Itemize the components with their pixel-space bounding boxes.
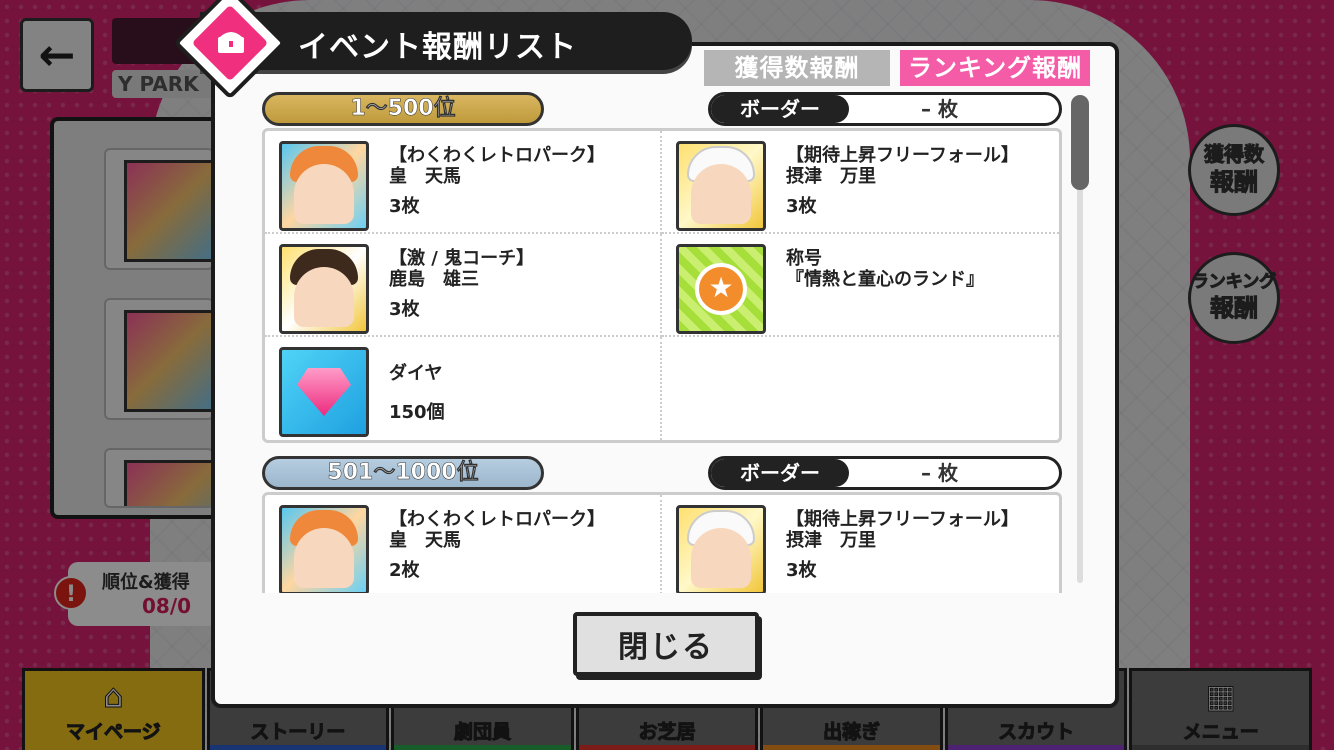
reward-quantity: 150個	[389, 402, 445, 423]
close-button[interactable]: 閉じる	[573, 612, 759, 676]
reward-character: 皇 天馬	[389, 530, 461, 551]
border-value: – 枚	[921, 97, 958, 121]
tier-header: 1〜500位 ボーダー – 枚	[262, 90, 1062, 126]
reward-character: 摂津 万里	[786, 166, 876, 187]
reward-name: ダイヤ	[389, 363, 443, 384]
reward-quantity: 2枚	[389, 560, 420, 581]
title-medal-icon: ★	[676, 244, 766, 334]
tab-ranking-rewards[interactable]: ランキング報酬	[900, 50, 1090, 86]
border-value: – 枚	[921, 461, 958, 485]
character-card-icon	[279, 505, 369, 593]
reward-character: 皇 天馬	[389, 166, 461, 187]
reward-item[interactable]: 【わくわくレトロパーク】 皇 天馬 2枚	[265, 495, 662, 593]
character-card-icon	[676, 141, 766, 231]
rank-range-label: 1〜500位	[262, 92, 544, 126]
reward-item[interactable]: 【わくわくレトロパーク】 皇 天馬 3枚	[265, 131, 662, 234]
border-label: ボーダー	[711, 459, 849, 487]
reward-list[interactable]: 1〜500位 ボーダー – 枚 【わくわくレトロパーク】 皇 天馬 3枚 【期待…	[236, 90, 1062, 593]
reward-title-text: 『情熱と童心のランド』	[786, 269, 984, 290]
scrollbar-thumb[interactable]	[1071, 95, 1089, 190]
border-box: ボーダー – 枚	[708, 92, 1062, 126]
reward-character: 鹿島 雄三	[389, 269, 479, 290]
reward-tier: 501〜1000位 ボーダー – 枚 【わくわくレトロパーク】 皇 天馬 2枚 …	[262, 454, 1062, 593]
reward-item[interactable]: 【激 / 鬼コーチ】 鹿島 雄三 3枚	[265, 234, 662, 337]
tab-count-rewards[interactable]: 獲得数報酬	[704, 50, 890, 86]
tier-header: 501〜1000位 ボーダー – 枚	[262, 454, 1062, 490]
border-label: ボーダー	[711, 95, 849, 123]
reward-quantity: 3枚	[786, 560, 817, 581]
reward-tier: 1〜500位 ボーダー – 枚 【わくわくレトロパーク】 皇 天馬 3枚 【期待…	[262, 90, 1062, 443]
reward-quantity: 3枚	[786, 196, 817, 217]
reward-quantity: 3枚	[389, 196, 420, 217]
border-box: ボーダー – 枚	[708, 456, 1062, 490]
reward-character: 摂津 万里	[786, 530, 876, 551]
diamond-icon	[279, 347, 369, 437]
rank-range-label: 501〜1000位	[262, 456, 544, 490]
reward-item[interactable]: ★ 称号 『情熱と童心のランド』	[662, 234, 1059, 337]
modal-title: イベント報酬リスト	[298, 30, 577, 65]
reward-box: 【わくわくレトロパーク】 皇 天馬 2枚 【期待上昇フリーフォール】 摂津 万里…	[262, 492, 1062, 593]
character-card-icon	[279, 141, 369, 231]
reward-box: 【わくわくレトロパーク】 皇 天馬 3枚 【期待上昇フリーフォール】 摂津 万里…	[262, 128, 1062, 443]
reward-quantity: 3枚	[389, 299, 420, 320]
reward-item[interactable]: ダイヤ 150個	[265, 337, 662, 440]
reward-item[interactable]: 【期待上昇フリーフォール】 摂津 万里 3枚	[662, 495, 1059, 593]
character-card-icon	[279, 244, 369, 334]
reward-item[interactable]: 【期待上昇フリーフォール】 摂津 万里 3枚	[662, 131, 1059, 234]
character-card-icon	[676, 505, 766, 593]
reward-empty-slot	[662, 337, 1059, 440]
treasure-chest-icon	[211, 22, 251, 62]
